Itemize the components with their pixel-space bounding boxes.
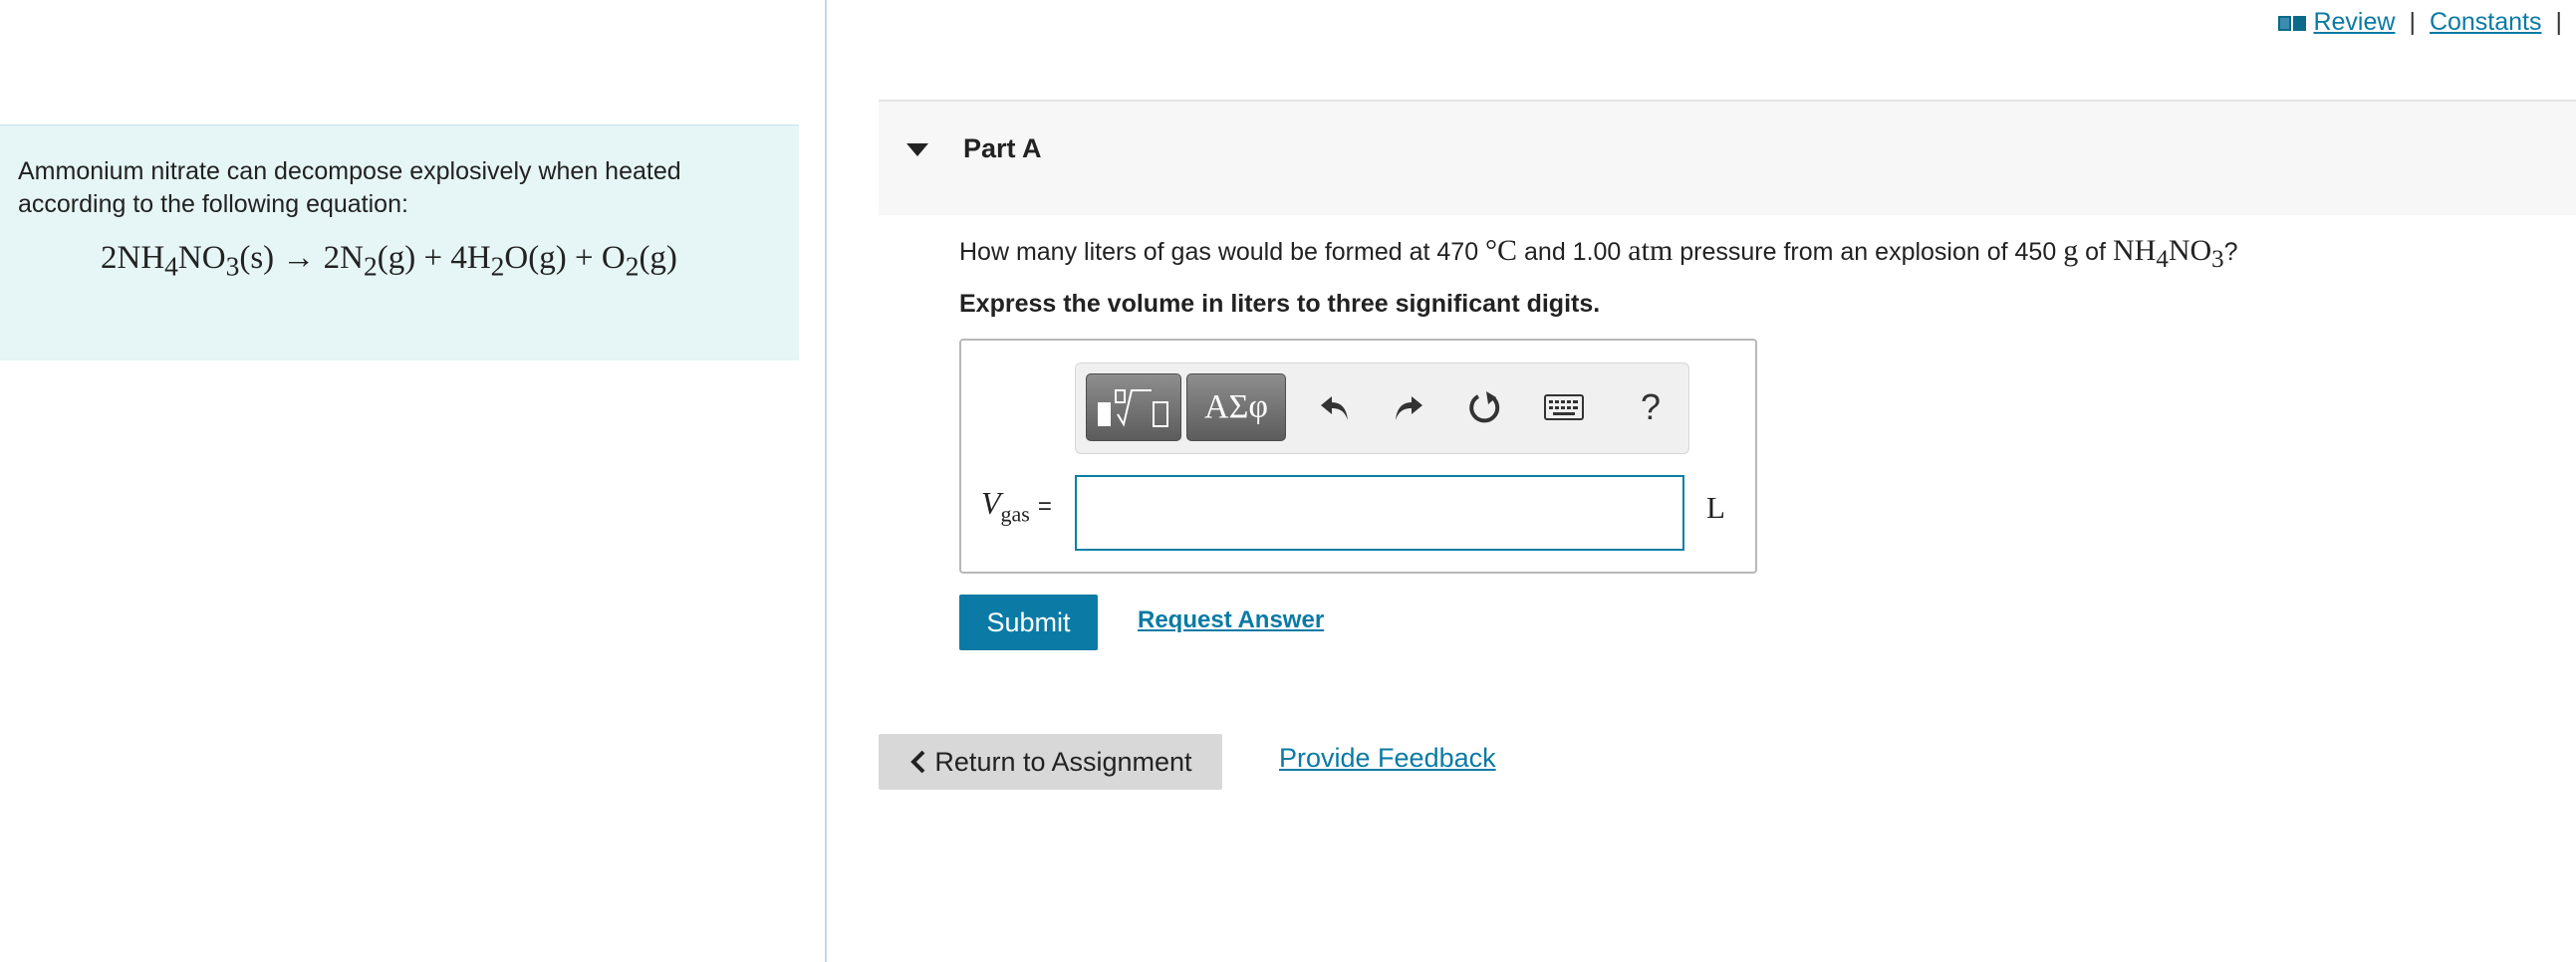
keyboard-icon[interactable]	[1544, 385, 1584, 429]
chemical-equation: 2NH4NO3(s) → 2N2(g) + 4H2O(g) + O2(g)	[101, 240, 677, 282]
provide-feedback-link[interactable]: Provide Feedback	[1279, 743, 1496, 774]
math-toolbar: ΑΣφ ?	[1075, 362, 1689, 454]
problem-intro-text: Ammonium nitrate can decompose explosive…	[18, 157, 681, 218]
question-suffix: ?	[2223, 238, 2238, 266]
templates-button[interactable]	[1086, 373, 1181, 441]
part-header[interactable]: Part A	[879, 100, 2576, 215]
redo-icon[interactable]	[1389, 385, 1428, 429]
link-separator: |	[2409, 8, 2416, 36]
help-button[interactable]: ?	[1631, 385, 1671, 429]
link-separator: |	[2555, 8, 2563, 36]
temperature-unit: °C	[1485, 234, 1518, 267]
question-mid2: pressure from an explosion of 450	[1679, 238, 2057, 266]
return-label: Return to Assignment	[934, 746, 1192, 777]
answer-instruction: Express the volume in liters to three si…	[959, 290, 1601, 318]
pressure-unit: atm	[1628, 234, 1674, 267]
question-text: How many liters of gas would be formed a…	[959, 234, 2238, 274]
mass-unit: g	[2063, 234, 2079, 267]
reset-icon[interactable]	[1465, 385, 1505, 429]
caret-down-icon[interactable]	[906, 143, 928, 156]
request-answer-link[interactable]: Request Answer	[1138, 606, 1324, 634]
problem-intro-panel: Ammonium nitrate can decompose explosive…	[0, 124, 799, 361]
return-to-assignment-button[interactable]: Return to Assignment	[879, 734, 1222, 790]
undo-icon[interactable]	[1315, 385, 1355, 429]
chevron-left-icon	[910, 750, 925, 774]
variable-subscript: gas	[1000, 501, 1030, 527]
answer-variable-label: Vgas =	[981, 485, 1052, 527]
book-icon	[2278, 15, 2307, 31]
equals-sign: =	[1037, 493, 1052, 520]
templates-icon	[1098, 389, 1168, 427]
question-mid: and 1.00	[1524, 238, 1622, 266]
top-links: Review | Constants |	[2277, 8, 2576, 37]
unit-label: L	[1706, 490, 1725, 525]
compound-formula: NH4NO3	[2112, 234, 2224, 273]
panel-divider	[825, 0, 827, 962]
review-link[interactable]: Review	[2313, 8, 2395, 37]
symbols-button[interactable]: ΑΣφ	[1186, 373, 1286, 441]
question-prefix: How many liters of gas would be formed a…	[959, 238, 1479, 266]
variable-symbol: V	[981, 485, 1001, 521]
part-title: Part A	[963, 133, 1042, 163]
answer-box: ΑΣφ ? Vgas = L	[959, 339, 1757, 574]
constants-link[interactable]: Constants	[2430, 8, 2542, 37]
submit-button[interactable]: Submit	[959, 595, 1098, 650]
question-mid3: of	[2085, 238, 2107, 266]
answer-input[interactable]	[1075, 475, 1684, 551]
